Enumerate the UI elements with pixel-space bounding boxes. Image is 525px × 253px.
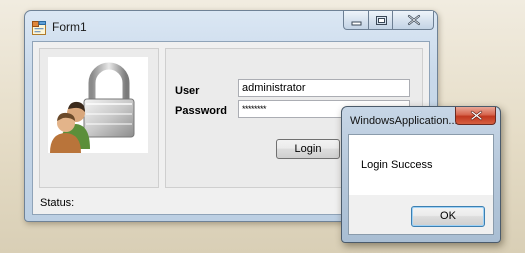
- message-box-client: Login Success OK: [348, 134, 494, 235]
- minimize-icon: [351, 21, 362, 26]
- minimize-button[interactable]: [343, 11, 369, 30]
- form-app-icon[interactable]: [32, 21, 46, 35]
- users-lock-picture: [48, 57, 148, 153]
- picture-panel: [39, 48, 159, 188]
- message-box-body: Login Success: [349, 135, 493, 195]
- message-box: WindowsApplication... Login Success OK: [341, 106, 501, 243]
- window-title: Form1: [52, 20, 87, 34]
- message-box-title: WindowsApplication...: [350, 115, 458, 127]
- login-button[interactable]: Login: [276, 139, 340, 159]
- title-bar[interactable]: Form1: [25, 11, 437, 41]
- message-text: Login Success: [361, 159, 433, 171]
- close-icon: [407, 14, 421, 26]
- caption-buttons: [343, 11, 434, 31]
- ok-button[interactable]: OK: [411, 206, 485, 227]
- close-button[interactable]: [392, 11, 434, 30]
- user-input[interactable]: [238, 79, 410, 97]
- message-box-close-button[interactable]: [455, 107, 496, 125]
- status-label: Status:: [40, 197, 75, 209]
- close-icon: [470, 110, 483, 121]
- maximize-button[interactable]: [368, 11, 393, 30]
- password-label: Password: [175, 105, 227, 117]
- maximize-icon: [376, 16, 387, 25]
- user-label: User: [175, 85, 200, 97]
- users-lock-icon: [50, 62, 135, 153]
